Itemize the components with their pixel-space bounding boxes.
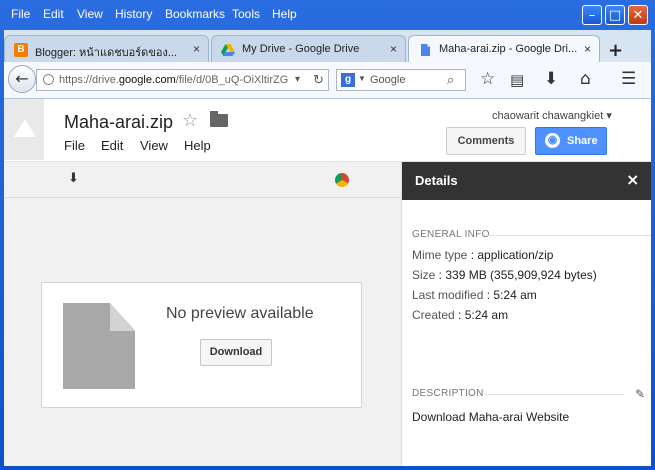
document-title[interactable]: Maha-arai.zip — [64, 112, 173, 133]
close-icon[interactable]: × — [584, 42, 591, 56]
tab-blogger[interactable]: B Blogger: หน้าแดชบอร์ดของ... × — [4, 35, 209, 62]
drive-icon — [221, 43, 235, 57]
minimize-button[interactable]: – — [582, 5, 602, 25]
created-row: Created : 5:24 am — [412, 308, 509, 322]
share-button[interactable]: ◉ Share — [535, 127, 607, 155]
section-divider — [484, 394, 624, 395]
search-icon[interactable]: ⌕ — [447, 72, 454, 88]
tab-title: Blogger: หน้าแดชบอร์ดของ... — [35, 47, 177, 59]
maximize-button[interactable]: □ — [605, 5, 625, 25]
menu-bookmarks[interactable]: Bookmarks — [165, 7, 225, 21]
comments-button[interactable]: Comments — [446, 127, 526, 155]
search-box[interactable]: g ▼ Google ⌕ — [336, 69, 466, 91]
globe-icon — [43, 74, 54, 85]
menu-hamburger-icon[interactable]: ☰ — [621, 69, 636, 89]
bookmark-star-icon[interactable]: ☆ — [480, 69, 495, 89]
new-tab-button[interactable]: + — [608, 40, 623, 61]
close-icon[interactable]: × — [390, 42, 397, 56]
menu-history[interactable]: History — [115, 7, 152, 21]
doc-icon — [418, 43, 432, 57]
back-button[interactable]: ← — [8, 65, 36, 93]
chevron-down-icon[interactable]: ▼ — [358, 74, 366, 83]
search-input[interactable]: Google — [370, 74, 405, 86]
arrow-left-icon: ← — [15, 69, 29, 88]
menu-tools[interactable]: Tools — [232, 7, 260, 21]
description-text[interactable]: Download Maha-arai Website — [412, 410, 569, 424]
tab-my-drive[interactable]: My Drive - Google Drive × — [211, 35, 406, 62]
tab-title: My Drive - Google Drive — [242, 43, 360, 55]
navigation-bar: ← https://drive.google.com/file/d/0B_uQ-… — [4, 62, 651, 99]
details-header: Details × — [402, 162, 651, 200]
general-info-label: GENERAL INFO — [412, 229, 490, 240]
close-icon[interactable]: × — [193, 42, 200, 56]
menu-edit[interactable]: Edit — [43, 7, 64, 21]
menu-help[interactable]: Help — [272, 7, 297, 21]
url-bar[interactable]: https://drive.google.com/file/d/0B_uQ-Oi… — [36, 69, 329, 91]
doc-menu-view[interactable]: View — [140, 138, 168, 153]
drive-logo[interactable] — [4, 99, 44, 160]
size-row: Size : 339 MB (355,909,924 bytes) — [412, 268, 597, 282]
description-label: DESCRIPTION — [412, 388, 484, 399]
menu-view[interactable]: View — [77, 7, 103, 21]
account-name[interactable]: chaowarit chawangkiet ▾ — [492, 109, 612, 122]
star-icon[interactable]: ☆ — [182, 110, 198, 131]
drive-logo-icon — [14, 119, 36, 137]
tab-strip: B Blogger: หน้าแดชบอร์ดของ... × My Drive… — [4, 32, 651, 62]
home-icon[interactable]: ⌂ — [580, 69, 591, 89]
menu-bar: File Edit View History Bookmarks Tools H… — [0, 0, 655, 30]
file-icon — [63, 303, 135, 389]
chrome-icon[interactable] — [335, 173, 349, 187]
url-text: https://drive.google.com/file/d/0B_uQ-Oi… — [59, 74, 289, 86]
tab-title: Maha-arai.zip - Google Dri... — [439, 43, 578, 55]
tab-maha-arai[interactable]: Maha-arai.zip - Google Dri... × — [408, 35, 600, 62]
reload-icon[interactable]: ↻ — [313, 72, 324, 88]
download-icon[interactable]: ⬇ — [68, 171, 79, 186]
download-icon[interactable]: ⬇ — [544, 69, 558, 89]
browser-window: File Edit View History Bookmarks Tools H… — [0, 0, 655, 470]
drive-page: Maha-arai.zip ☆ File Edit View Help chao… — [4, 99, 651, 466]
bookmarks-list-icon[interactable]: ▤ — [510, 71, 524, 89]
browser-frame: B Blogger: หน้าแดชบอร์ดของ... × My Drive… — [4, 30, 651, 466]
mime-type-row: Mime type : application/zip — [412, 248, 554, 262]
doc-menu-file[interactable]: File — [64, 138, 85, 153]
close-icon[interactable]: × — [626, 170, 639, 189]
doc-menu-help[interactable]: Help — [184, 138, 211, 153]
no-preview-card: No preview available Download — [41, 282, 362, 408]
blogger-icon: B — [14, 43, 28, 57]
pencil-icon[interactable]: ✎ — [635, 387, 645, 401]
no-preview-text: No preview available — [166, 305, 314, 322]
preview-area: ⬇ No preview available Download — [4, 162, 401, 466]
doc-menu-edit[interactable]: Edit — [101, 138, 123, 153]
globe-icon: ◉ — [545, 133, 560, 148]
viewer-toolbar: ⬇ — [4, 162, 401, 198]
close-window-button[interactable]: ✕ — [628, 5, 648, 25]
menu-file[interactable]: File — [11, 7, 30, 21]
folder-icon[interactable] — [210, 111, 228, 127]
details-title: Details — [415, 173, 458, 188]
share-label: Share — [567, 135, 598, 147]
dropdown-arrow-icon[interactable]: ▾ — [295, 74, 300, 85]
details-panel: Details × GENERAL INFO Mime type : appli… — [401, 162, 651, 466]
last-modified-row: Last modified : 5:24 am — [412, 288, 537, 302]
download-button[interactable]: Download — [200, 339, 272, 366]
google-icon: g — [341, 73, 355, 87]
section-divider — [486, 235, 651, 236]
